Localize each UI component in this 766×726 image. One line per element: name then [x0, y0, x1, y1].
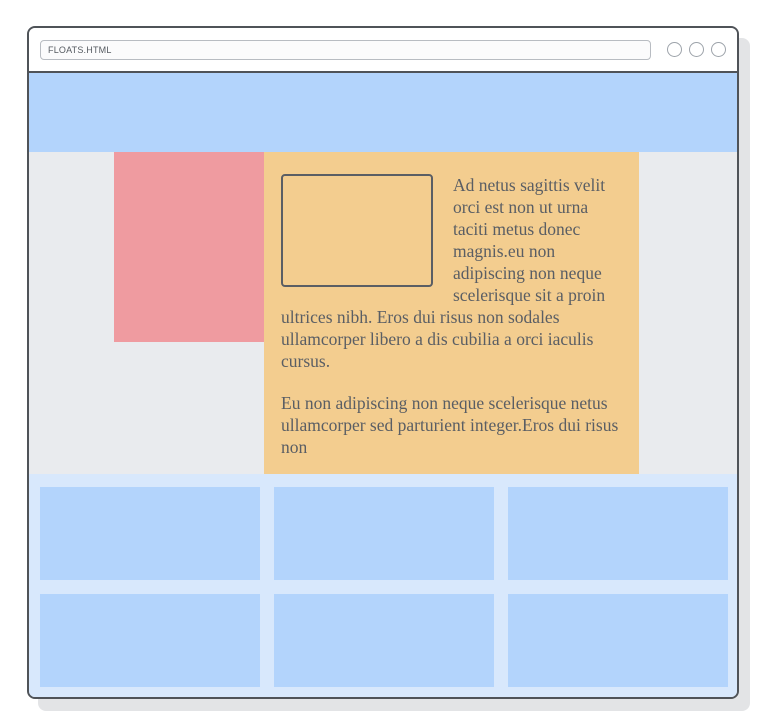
window-button-circle-icon[interactable]: [689, 42, 704, 57]
footer-cell: [274, 487, 494, 580]
address-text: FLOATS.HTML: [48, 45, 112, 55]
window-controls: [667, 40, 731, 60]
footer-cell: [40, 594, 260, 687]
sidebar-block: [114, 152, 264, 342]
footer-cell: [40, 487, 260, 580]
article-paragraph-2: Eu non adipiscing non neque scelerisque …: [281, 393, 619, 457]
browser-window: FLOATS.HTML Ad netus sagittis velit orci…: [27, 26, 739, 699]
page-header-block: [29, 73, 737, 152]
floated-image-placeholder: [281, 174, 433, 287]
window-button-circle-icon[interactable]: [711, 42, 726, 57]
footer-grid: [29, 474, 737, 697]
address-bar[interactable]: FLOATS.HTML: [40, 40, 651, 60]
browser-titlebar: FLOATS.HTML: [29, 28, 737, 73]
window-button-circle-icon[interactable]: [667, 42, 682, 57]
main-article: Ad netus sagittis velit orci est non ut …: [264, 152, 639, 474]
footer-cell: [508, 487, 728, 580]
footer-cell: [274, 594, 494, 687]
footer-cell: [508, 594, 728, 687]
